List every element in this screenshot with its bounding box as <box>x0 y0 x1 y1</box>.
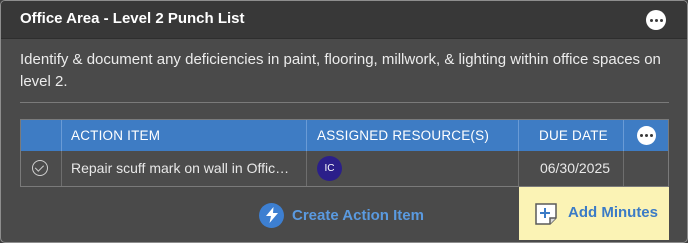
header-divider <box>61 120 62 151</box>
due-date-cell: 06/30/2025 <box>539 160 611 176</box>
create-action-item-label: Create Action Item <box>292 206 424 224</box>
column-header-due-date[interactable]: DUE DATE <box>539 120 608 151</box>
punch-list-card: Office Area - Level 2 Punch List Identif… <box>0 0 688 243</box>
table-more-options-icon[interactable] <box>637 126 656 145</box>
action-items-table: ACTION ITEM ASSIGNED RESOURCE(S) DUE DAT… <box>20 119 669 187</box>
add-minutes-label: Add Minutes <box>568 204 658 221</box>
cell-divider <box>306 151 307 186</box>
card-title: Office Area - Level 2 Punch List <box>20 10 245 27</box>
card-description: Identify & document any deficiencies in … <box>20 51 661 90</box>
table-row[interactable]: Repair scuff mark on wall in Offic… IC 0… <box>21 151 668 186</box>
header-divider <box>306 120 307 151</box>
check-circle-icon[interactable] <box>32 160 48 176</box>
cell-divider <box>518 151 519 186</box>
assignee-avatar[interactable]: IC <box>317 156 342 181</box>
cell-divider <box>623 151 624 186</box>
card-header: Office Area - Level 2 Punch List <box>1 1 687 39</box>
cell-divider <box>61 151 62 186</box>
add-note-icon <box>535 203 557 225</box>
lightning-bolt-icon <box>259 202 284 228</box>
header-divider <box>518 120 519 151</box>
card-more-options-icon[interactable] <box>646 10 666 30</box>
add-minutes-button[interactable]: Add Minutes <box>519 187 669 240</box>
column-header-assigned-resources[interactable]: ASSIGNED RESOURCE(S) <box>317 120 489 151</box>
column-header-action-item[interactable]: ACTION ITEM <box>71 120 160 151</box>
header-divider <box>623 120 624 151</box>
divider <box>20 102 669 103</box>
table-header-row: ACTION ITEM ASSIGNED RESOURCE(S) DUE DAT… <box>21 120 668 151</box>
create-action-item-button[interactable]: Create Action Item <box>259 202 424 228</box>
action-item-cell[interactable]: Repair scuff mark on wall in Offic… <box>71 151 299 186</box>
